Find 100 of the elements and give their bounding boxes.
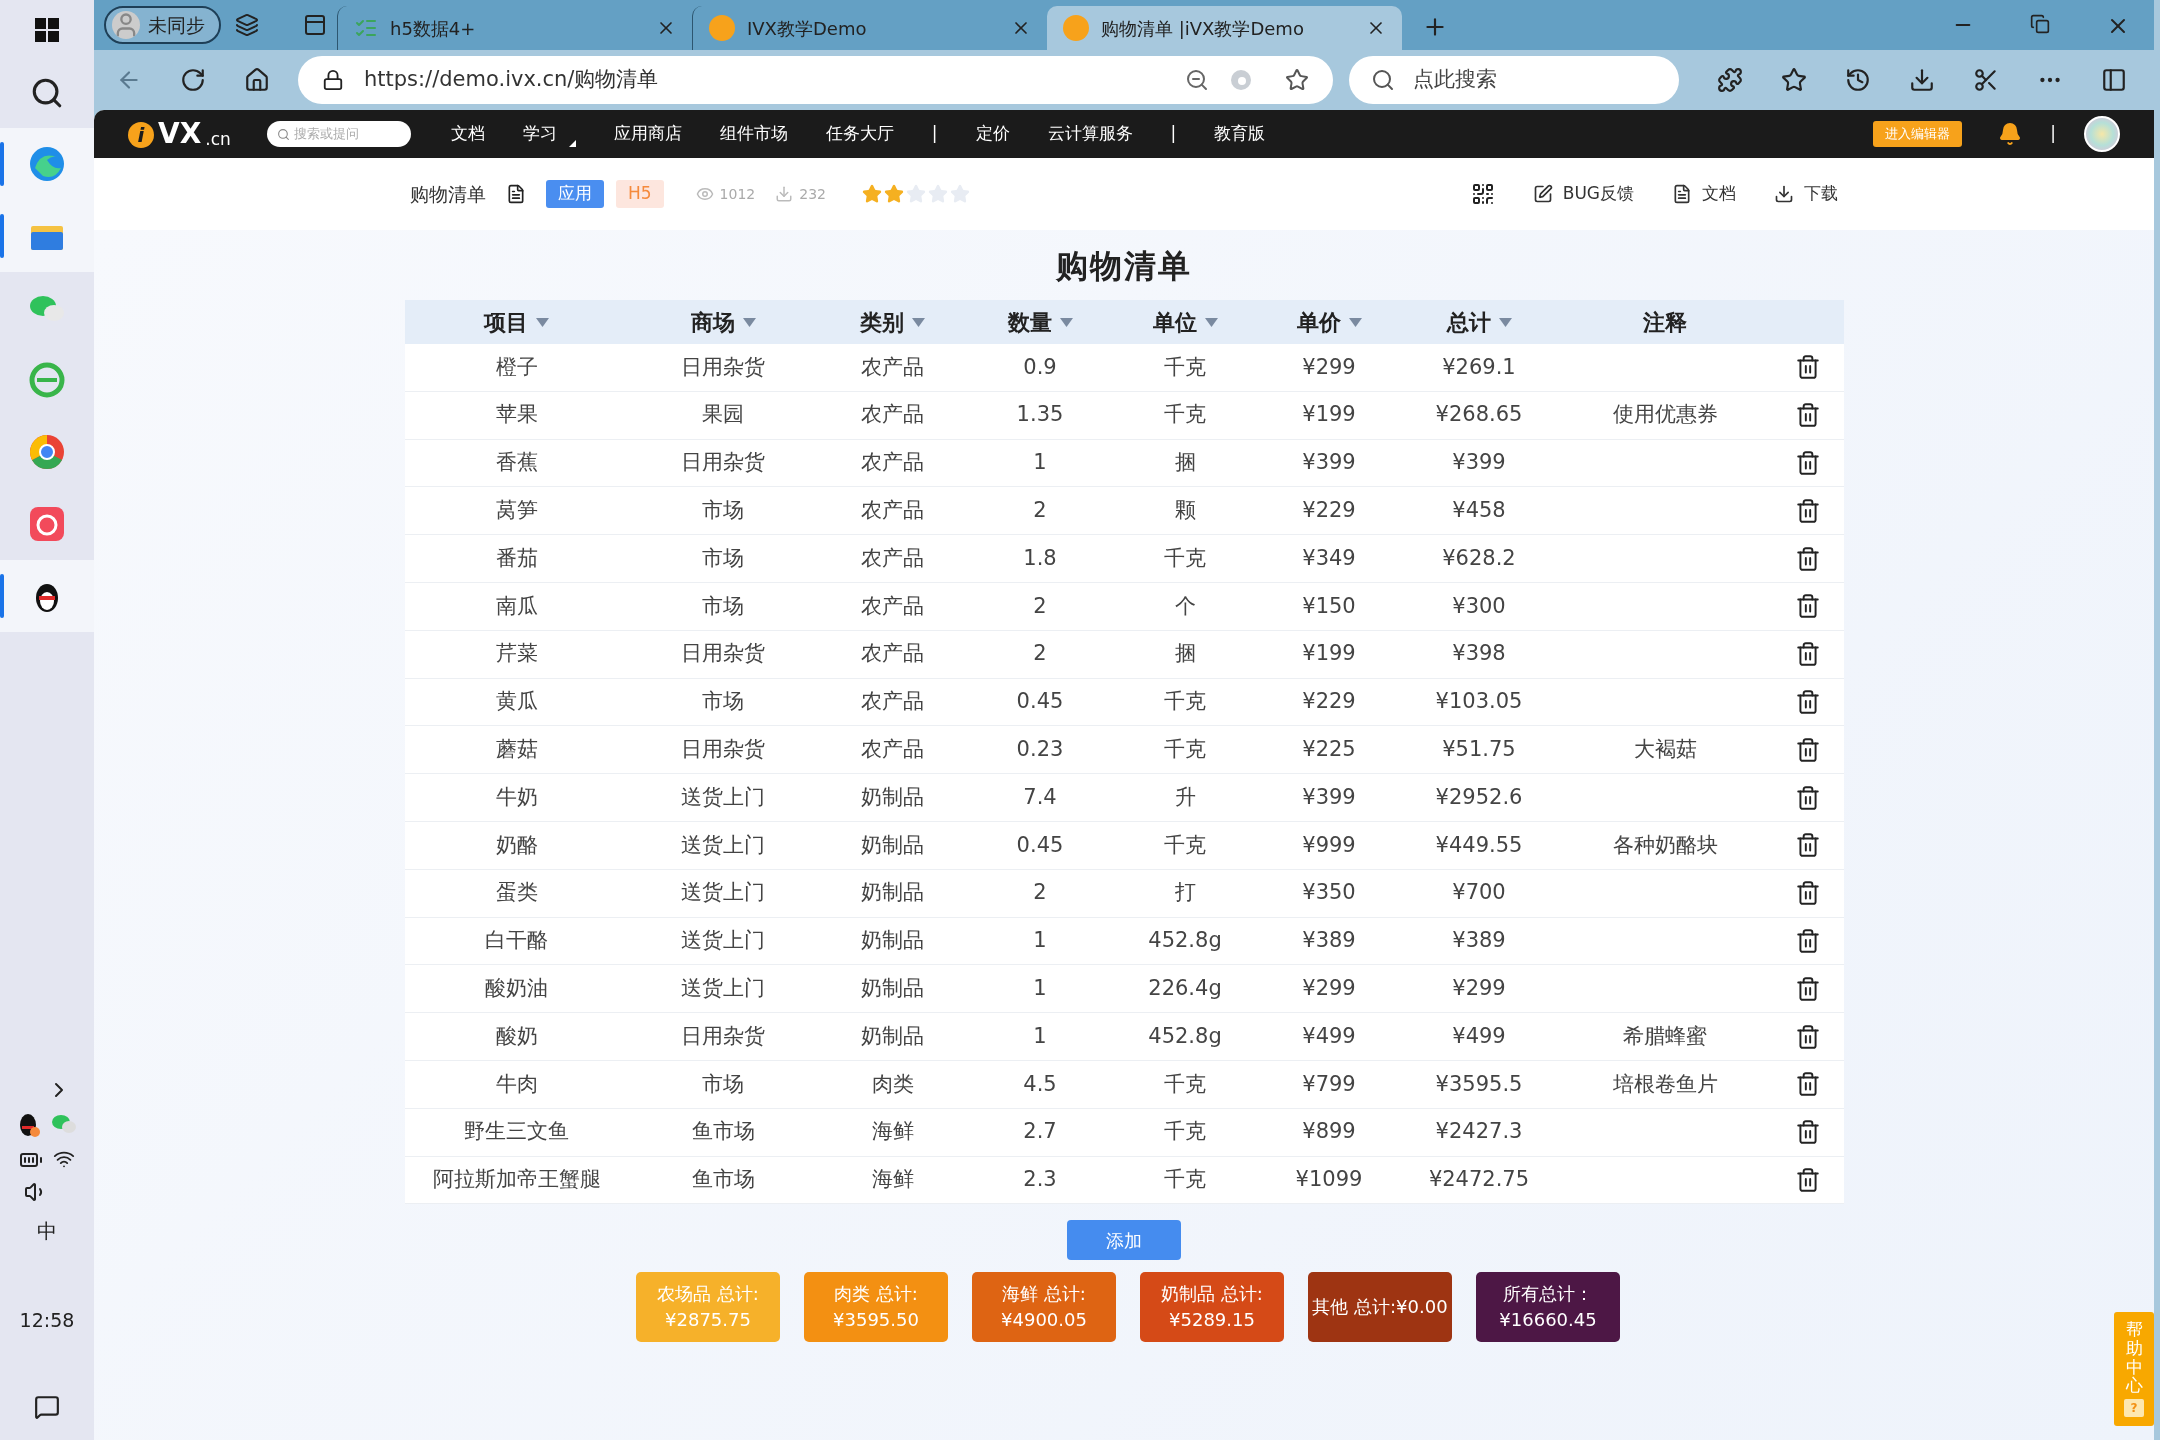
table-cell-text: 送货上门 bbox=[681, 783, 765, 811]
header-action[interactable]: 下载 bbox=[1774, 181, 1838, 207]
table-cell-text: 千克 bbox=[1164, 353, 1206, 381]
reload-icon[interactable] bbox=[180, 67, 206, 93]
nav-link[interactable]: 任务大厅 bbox=[825, 121, 894, 147]
table-cell-text: ¥2952.6 bbox=[1435, 783, 1523, 811]
nav-link[interactable]: 教育版 bbox=[1214, 121, 1266, 147]
table-cell-text: 奶制品 bbox=[861, 879, 924, 907]
qr-code-icon[interactable] bbox=[1470, 182, 1495, 206]
category-total[interactable]: 所有总计： ¥16660.45 bbox=[1476, 1272, 1620, 1343]
delete-icon[interactable] bbox=[1795, 402, 1821, 429]
delete-icon[interactable] bbox=[1795, 593, 1821, 620]
column-header[interactable]: 类别 bbox=[817, 305, 968, 339]
delete-icon[interactable] bbox=[1795, 832, 1821, 859]
delete-icon[interactable] bbox=[1795, 1071, 1821, 1098]
logo-text[interactable]: VX bbox=[158, 120, 202, 148]
download-icon[interactable] bbox=[1909, 67, 1935, 93]
category-total[interactable]: 海鲜 总计: ¥4900.05 bbox=[972, 1272, 1116, 1343]
delete-icon[interactable] bbox=[1795, 354, 1821, 381]
nav-link[interactable]: 云计算服务 bbox=[1047, 121, 1133, 147]
delete-icon[interactable] bbox=[1795, 450, 1821, 476]
table-cell-text: 日用杂货 bbox=[681, 736, 765, 763]
table-cell-text: 海鲜 bbox=[871, 1118, 914, 1146]
table-cell-text: 黄瓜 bbox=[495, 688, 538, 716]
nav-separator: | bbox=[931, 122, 938, 146]
column-header[interactable]: 单价 bbox=[1257, 305, 1401, 339]
browser-tab[interactable]: 购物清单 |iVX教学Demo bbox=[1047, 6, 1402, 50]
delete-icon[interactable] bbox=[1795, 927, 1821, 954]
tab-actions-icon[interactable] bbox=[303, 13, 327, 37]
sidebar-icon[interactable] bbox=[2101, 67, 2127, 93]
delete-icon[interactable] bbox=[1795, 545, 1821, 572]
notification-icon[interactable] bbox=[34, 1394, 60, 1420]
table-cell-text: 鱼市场 bbox=[691, 1118, 755, 1146]
delete-icon[interactable] bbox=[1795, 880, 1821, 907]
penguin-icon[interactable] bbox=[17, 1111, 41, 1138]
zoom-out-icon[interactable] bbox=[1185, 68, 1209, 92]
history-icon[interactable] bbox=[1845, 67, 1871, 93]
delete-icon[interactable] bbox=[1795, 688, 1821, 715]
eye-icon bbox=[695, 185, 714, 203]
table-cell-text: ¥628.2 bbox=[1442, 544, 1516, 572]
user-avatar[interactable] bbox=[2084, 116, 2120, 152]
favorites-list-icon[interactable] bbox=[1781, 67, 1807, 93]
document-icon[interactable] bbox=[506, 184, 526, 204]
clock-time[interactable]: 12:58 bbox=[19, 1305, 75, 1334]
search-icon[interactable] bbox=[30, 76, 64, 110]
search-field[interactable]: 点此搜索 bbox=[1349, 56, 1679, 104]
home-icon[interactable] bbox=[244, 67, 270, 93]
delete-icon[interactable] bbox=[1795, 1166, 1821, 1193]
header-action[interactable]: BUG反馈 bbox=[1532, 181, 1634, 207]
delete-icon[interactable] bbox=[1795, 784, 1821, 811]
screenshot-icon[interactable] bbox=[1973, 67, 1999, 93]
table-cell-text: ¥799 bbox=[1302, 1070, 1356, 1098]
extensions-icon[interactable] bbox=[1717, 67, 1743, 93]
delete-icon[interactable] bbox=[1795, 641, 1821, 668]
delete-icon[interactable] bbox=[1795, 1119, 1821, 1146]
restore-icon[interactable] bbox=[2030, 14, 2050, 34]
browser-swirl-icon[interactable] bbox=[27, 144, 67, 184]
table-cell-text: 阿拉斯加帝王蟹腿 bbox=[432, 1166, 601, 1194]
bell-icon[interactable] bbox=[1998, 122, 2023, 146]
windows-start-icon[interactable] bbox=[35, 18, 59, 42]
circle-browser-icon[interactable] bbox=[27, 432, 67, 472]
table-cell-text: 奶制品 bbox=[861, 975, 924, 1002]
nav-link[interactable]: 应用商店 bbox=[613, 121, 682, 147]
table-cell-text: ¥1099 bbox=[1295, 1166, 1363, 1194]
table-cell-text: 0.9 bbox=[1023, 353, 1057, 381]
document-icon bbox=[1672, 184, 1692, 204]
category-total[interactable]: 奶制品 总计: ¥5289.15 bbox=[1140, 1272, 1284, 1343]
input-method-indicator[interactable]: 中 bbox=[37, 1215, 57, 1246]
nav-link[interactable]: 组件市场 bbox=[719, 121, 788, 147]
favorite-star-icon[interactable] bbox=[1285, 68, 1309, 92]
nav-link[interactable]: 文档 bbox=[450, 121, 485, 147]
sort-icon bbox=[1204, 317, 1218, 327]
column-header[interactable]: 总计 bbox=[1400, 305, 1558, 339]
table-cell-text: 1 bbox=[1033, 1022, 1047, 1050]
delete-icon[interactable] bbox=[1795, 1023, 1821, 1050]
profile-button[interactable]: 未同步 bbox=[104, 6, 221, 44]
logo-suffix[interactable]: .cn bbox=[205, 131, 231, 148]
table-cell-text: ¥899 bbox=[1302, 1118, 1356, 1146]
delete-icon[interactable] bbox=[1795, 736, 1821, 763]
ring-app-icon[interactable] bbox=[27, 504, 67, 544]
table-cell-text: 千克 bbox=[1164, 831, 1206, 859]
column-header[interactable]: 项目 bbox=[404, 305, 629, 339]
nav-link[interactable]: 学习 bbox=[522, 121, 576, 147]
delete-icon[interactable] bbox=[1795, 497, 1821, 524]
header-action[interactable]: 文档 bbox=[1672, 181, 1736, 207]
table-cell-text: 送货上门 bbox=[681, 879, 765, 907]
column-header[interactable]: 单位 bbox=[1112, 305, 1258, 339]
table-cell-text: ¥268.65 bbox=[1435, 401, 1523, 429]
table-cell-text: 培根卷鱼片 bbox=[1612, 1070, 1718, 1098]
address-bar[interactable]: https://demo.ivx.cn/购物清单 bbox=[298, 56, 1333, 104]
workspaces-icon[interactable] bbox=[235, 13, 259, 37]
column-header[interactable]: 数量 bbox=[967, 305, 1113, 339]
logo-mark[interactable]: i bbox=[128, 122, 154, 148]
category-total[interactable]: 其他 总计:¥0.00 bbox=[1308, 1272, 1452, 1343]
column-header[interactable]: 商场 bbox=[628, 305, 818, 339]
star-icon bbox=[862, 184, 882, 204]
column-header[interactable]: 注释 bbox=[1557, 305, 1773, 339]
table-cell-text: ¥299 bbox=[1452, 975, 1506, 1002]
delete-icon[interactable] bbox=[1795, 975, 1821, 1002]
nav-link[interactable]: 定价 bbox=[975, 121, 1010, 147]
